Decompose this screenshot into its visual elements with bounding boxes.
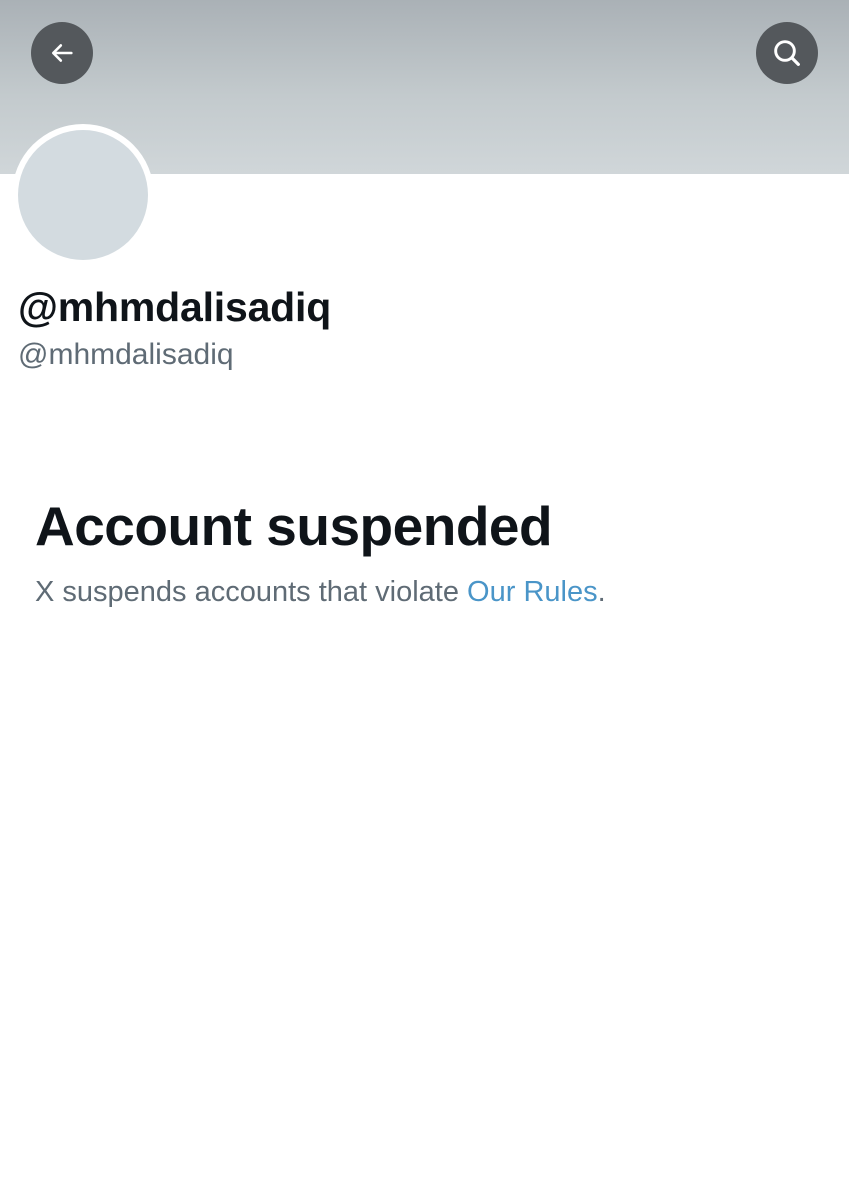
back-button[interactable] (31, 22, 93, 84)
profile-page: @mhmdalisadiq @mhmdalisadiq Account susp… (0, 0, 849, 1200)
search-icon (771, 37, 803, 69)
display-name: @mhmdalisadiq (18, 284, 332, 330)
suspended-title: Account suspended (35, 495, 553, 557)
search-button[interactable] (756, 22, 818, 84)
suspended-description: X suspends accounts that violate Our Rul… (35, 576, 606, 609)
description-text: X suspends accounts that violate (35, 576, 468, 608)
avatar[interactable] (18, 130, 148, 260)
description-period: . (597, 576, 606, 608)
our-rules-link[interactable]: Our Rules (467, 576, 598, 608)
user-handle: @mhmdalisadiq (18, 338, 234, 371)
avatar-frame[interactable] (12, 124, 154, 266)
arrow-left-icon (48, 39, 76, 67)
